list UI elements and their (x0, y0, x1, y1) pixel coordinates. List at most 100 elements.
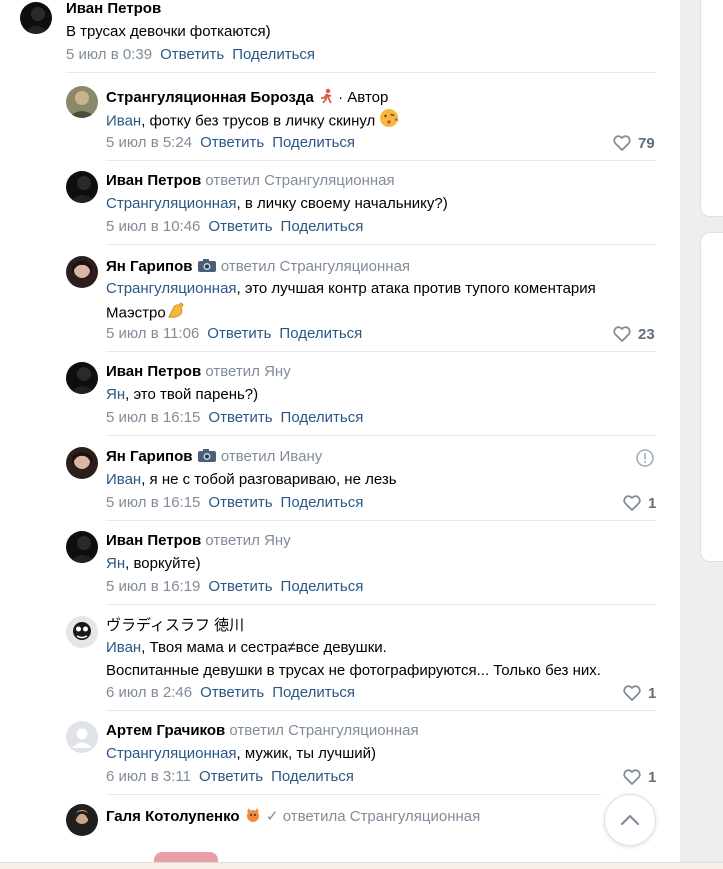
author-name[interactable]: Ян Гарипов ответил Ивану (106, 447, 322, 467)
like-button[interactable]: 23 (612, 325, 655, 343)
avatar[interactable] (66, 362, 98, 394)
reply-to-label[interactable]: ответил Яну (205, 532, 290, 549)
chevron-up-icon (620, 814, 640, 826)
reply-button[interactable]: Ответить (208, 494, 272, 511)
author-name[interactable]: Галя Котолупенко ✓ ответила Странгуляцио… (106, 806, 480, 828)
avatar[interactable] (66, 86, 98, 118)
author-name[interactable]: Артем Грачиков ответил Странгуляционная (106, 722, 419, 739)
comment-meta: 5 июл в 11:06 Ответить Поделиться (106, 325, 362, 342)
comment-text: Странгуляционная, это лучшая контр атака… (106, 277, 596, 327)
reply-to-label[interactable]: ответил Ивану (221, 448, 322, 465)
divider (106, 604, 656, 605)
divider (106, 351, 656, 352)
divider (66, 72, 656, 73)
like-button[interactable]: 1 (622, 684, 656, 702)
mention-link[interactable]: Странгуляционная (106, 280, 237, 297)
author-name[interactable]: Ян Гарипов ответил Странгуляционная (106, 257, 410, 277)
like-button[interactable]: 79 (612, 134, 655, 152)
reply-button[interactable]: Ответить (208, 578, 272, 595)
heart-icon (613, 326, 631, 342)
divider (106, 244, 656, 245)
runner-emoji-icon (318, 88, 334, 108)
share-button[interactable]: Поделиться (271, 768, 354, 785)
mention-link[interactable]: Ян (106, 386, 125, 403)
comment-date[interactable]: 5 июл в 16:15 (106, 494, 200, 511)
avatar[interactable] (66, 447, 98, 479)
like-button[interactable]: 1 (622, 768, 656, 786)
reply-to-label[interactable]: ответила Странгуляционная (283, 808, 481, 825)
mention-link[interactable]: Иван (106, 112, 141, 129)
reply-to-label[interactable]: ответил Странгуляционная (229, 722, 418, 739)
camera-icon (197, 257, 217, 277)
reply-button[interactable]: Ответить (208, 218, 272, 235)
author-name[interactable]: Странгуляционная Борозда · Автор (106, 88, 388, 108)
mention-link[interactable]: Иван (106, 639, 141, 656)
divider (106, 520, 656, 521)
share-button[interactable]: Поделиться (281, 409, 364, 426)
comment-meta: 6 июл в 2:46 Ответить Поделиться (106, 684, 355, 701)
comment-text: Странгуляционная, мужик, ты лучший) (106, 745, 377, 762)
comment-date[interactable]: 5 июл в 0:39 (66, 46, 152, 63)
like-count: 1 (648, 684, 657, 702)
reply-button[interactable]: Ответить (160, 46, 224, 63)
reply-to-label[interactable]: ответил Яну (205, 363, 290, 380)
cat-emoji-icon (244, 806, 262, 828)
comment-text: Ян, это твой парень?) (106, 386, 259, 403)
share-button[interactable]: Поделиться (279, 325, 362, 342)
side-card (700, 232, 723, 562)
share-button[interactable]: Поделиться (281, 218, 364, 235)
reply-button[interactable]: Ответить (208, 409, 272, 426)
avatar[interactable] (66, 171, 98, 203)
author-name[interactable]: ヴラディスラフ 徳川 (106, 614, 244, 635)
author-name[interactable]: Иван Петров ответил Яну (106, 532, 291, 549)
reply-button[interactable]: Ответить (200, 134, 264, 151)
side-card (700, 0, 723, 217)
mention-link[interactable]: Ян (106, 555, 125, 572)
avatar[interactable] (66, 256, 98, 288)
heart-icon (623, 685, 641, 701)
comment-date[interactable]: 6 июл в 2:46 (106, 684, 192, 701)
like-button[interactable]: 1 (622, 494, 656, 512)
verified-check-icon: ✓ (265, 807, 279, 825)
avatar[interactable] (66, 804, 98, 836)
comment-text: Иван, фотку без трусов в личку скинул (106, 108, 399, 135)
reply-button[interactable]: Ответить (199, 768, 263, 785)
avatar[interactable] (66, 721, 98, 753)
avatar[interactable] (20, 2, 52, 34)
sticker-partial (154, 852, 218, 862)
reply-button[interactable]: Ответить (207, 325, 271, 342)
like-count: 79 (638, 134, 655, 152)
comment-date[interactable]: 5 июл в 16:19 (106, 578, 200, 595)
share-button[interactable]: Поделиться (281, 494, 364, 511)
comment-date[interactable]: 6 июл в 3:11 (106, 768, 191, 785)
author-name[interactable]: Иван Петров ответил Яну (106, 363, 291, 380)
comment-date[interactable]: 5 июл в 11:06 (106, 325, 199, 342)
comment-meta: 6 июл в 3:11 Ответить Поделиться (106, 768, 354, 785)
author-name[interactable]: Иван Петров (66, 0, 161, 17)
reply-button[interactable]: Ответить (200, 684, 264, 701)
comment-date[interactable]: 5 июл в 10:46 (106, 218, 200, 235)
share-button[interactable]: Поделиться (232, 46, 315, 63)
author-name[interactable]: Иван Петров ответил Странгуляционная (106, 172, 395, 189)
comment-date[interactable]: 5 июл в 16:15 (106, 409, 200, 426)
share-button[interactable]: Поделиться (272, 684, 355, 701)
info-icon[interactable] (635, 448, 655, 468)
comments-panel: Иван Петров В трусах девочки фоткаются) … (0, 0, 680, 868)
avatar[interactable] (66, 616, 98, 648)
reply-to-label[interactable]: ответил Странгуляционная (221, 258, 410, 275)
mention-link[interactable]: Иван (106, 471, 141, 488)
reply-to-label[interactable]: ответил Странгуляционная (205, 172, 394, 189)
camera-icon (197, 447, 217, 467)
comment-meta: 5 июл в 16:19 Ответить Поделиться (106, 578, 363, 595)
mention-link[interactable]: Странгуляционная (106, 195, 237, 212)
share-button[interactable]: Поделиться (281, 578, 364, 595)
scroll-up-button[interactable] (604, 794, 656, 846)
comment-meta: 5 июл в 16:15 Ответить Поделиться (106, 494, 363, 511)
share-button[interactable]: Поделиться (272, 134, 355, 151)
avatar[interactable] (66, 531, 98, 563)
comment-meta: 5 июл в 0:39 Ответить Поделиться (66, 46, 315, 63)
mention-link[interactable]: Странгуляционная (106, 745, 237, 762)
comment-text: Странгуляционная, в личку своему начальн… (106, 195, 448, 212)
comment-date[interactable]: 5 июл в 5:24 (106, 134, 192, 151)
like-count: 1 (648, 768, 657, 786)
